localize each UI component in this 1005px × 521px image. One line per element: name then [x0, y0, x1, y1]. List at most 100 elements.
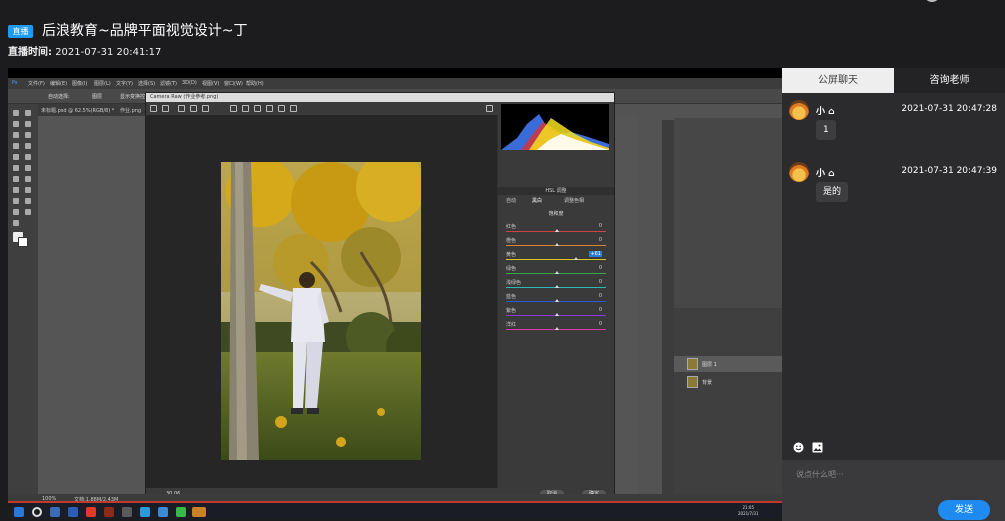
wps-icon [86, 507, 96, 517]
image-icon[interactable] [812, 442, 823, 453]
blur-tool-icon [25, 176, 31, 182]
camera-raw-side-panel: HSL 调整 自动 黑白 调整色相 饱和度 红色 0 橙色 0 黄色 +61 绿… [498, 102, 614, 500]
frame-tool-icon [25, 132, 31, 138]
live-time: 直播时间: 2021-07-31 20:41:17 [8, 43, 161, 58]
crop-tool-icon [13, 132, 19, 138]
layer-thumbnail [687, 358, 698, 370]
slider-magenta: 洋红 0 [506, 321, 606, 333]
slider-green: 绿色 0 [506, 265, 606, 277]
ps-menu-item: 窗口(W) [224, 81, 243, 87]
chat-input-placeholder[interactable]: 说点什么吧··· [796, 469, 844, 480]
slider-label: 蓝色 [506, 294, 517, 300]
hsl-tab-active: 黑白 [532, 198, 543, 204]
slider-label: 洋红 [506, 322, 517, 328]
shape-tool-icon [13, 209, 19, 215]
slider-track [506, 259, 606, 260]
slider-orange: 橙色 0 [506, 237, 606, 249]
gradient-tool-icon [13, 176, 19, 182]
zoom-icon [150, 105, 157, 112]
taskview-icon [68, 507, 78, 517]
slider-label: 黄色 [506, 252, 517, 258]
chat-input-area[interactable]: 说点什么吧··· 发送 [782, 460, 1005, 521]
avatar [789, 162, 809, 182]
heal-tool-icon [25, 143, 31, 149]
saturation-header: 饱和度 [548, 211, 564, 217]
target-adjust-icon [202, 105, 209, 112]
brush-icon [278, 105, 285, 112]
author-name: 小 [816, 107, 826, 117]
histogram [501, 104, 609, 150]
marquee-tool-icon [25, 110, 31, 116]
camera-raw-app-icon [192, 507, 206, 517]
message-bubble: 1 [816, 120, 836, 140]
chat-toolbar [782, 436, 1005, 458]
layer-row: 背景 [674, 374, 782, 390]
author-name: 小 [816, 169, 826, 179]
ps-doc-tab: 作业.png [120, 108, 142, 114]
user-avatar[interactable] [924, 0, 940, 2]
app-icon [122, 507, 132, 517]
home-icon: ⌂ [828, 169, 835, 179]
hand-icon [162, 105, 169, 112]
slider-value: 0 [598, 321, 602, 327]
header: 直播 后浪教育~品牌平面视觉设计~丁 直播时间: 2021-07-31 20:4… [0, 0, 1005, 66]
ps-menu-item: 滤镜(T) [160, 81, 177, 87]
hsl-tabs: 自动 黑白 调整色相 [498, 195, 614, 205]
ps-properties-panel [674, 118, 782, 308]
lasso-tool-icon [13, 121, 19, 127]
ai-app-icon [104, 507, 114, 517]
move-tool-icon [13, 110, 19, 116]
straighten-icon [242, 105, 249, 112]
rotate-icon [290, 105, 297, 112]
tab-public-chat[interactable]: 公屏聊天 [782, 68, 894, 93]
wand-tool-icon [25, 121, 31, 127]
eraser-tool-icon [25, 165, 31, 171]
layer-name: 背景 [702, 380, 713, 386]
ps-panel-strip [662, 120, 674, 500]
histogram-graph [501, 114, 609, 150]
photoshop-window: Ps 文件(F) 编辑(E) 图像(I) 图层(L) 文字(Y) 选择(S) 滤… [8, 78, 782, 511]
slider-value: 0 [598, 293, 602, 299]
ps-menu-item: 视图(V) [202, 81, 220, 87]
live-room: 直播 后浪教育~品牌平面视觉设计~丁 直播时间: 2021-07-31 20:4… [0, 0, 1005, 521]
camera-raw-dialog: Camera Raw (作业参考.png) HSL 调整 自动 黑白 调整色相 … [145, 92, 615, 501]
slider-red: 红色 0 [506, 223, 606, 235]
video-player[interactable]: Ps 文件(F) 编辑(E) 图像(I) 图层(L) 文字(Y) 选择(S) 滤… [8, 68, 782, 519]
ps-menubar: Ps 文件(F) 编辑(E) 图像(I) 图层(L) 文字(Y) 选择(S) 滤… [8, 78, 782, 89]
background-color-icon [18, 237, 28, 247]
crop-icon [230, 105, 237, 112]
pen-tool-icon [25, 187, 31, 193]
browser-icon [140, 507, 150, 517]
slider-label: 红色 [506, 224, 517, 230]
live-time-label: 直播时间: [8, 47, 52, 58]
slider-value: 0 [598, 307, 602, 313]
photo-preview [221, 162, 421, 460]
slider-blue: 蓝色 0 [506, 293, 606, 305]
live-time-value: 2021-07-31 20:41:17 [55, 47, 162, 58]
slider-thumb [555, 271, 559, 274]
emoji-icon[interactable] [793, 442, 804, 453]
send-button[interactable]: 发送 [938, 500, 990, 520]
image-viewer-icon [158, 507, 168, 517]
message-time: 2021-07-31 20:47:28 [901, 104, 997, 114]
slider-thumb [574, 257, 578, 260]
message-time: 2021-07-31 20:47:39 [901, 166, 997, 176]
spot-removal-icon [254, 105, 261, 112]
stamp-tool-icon [25, 154, 31, 160]
slider-purple: 紫色 0 [506, 307, 606, 319]
clock-date: 2021/7/31 [738, 511, 759, 516]
tab-consult-teacher[interactable]: 咨询老师 [894, 68, 1005, 93]
white-balance-icon [178, 105, 185, 112]
ps-layers-panel: 图层 1 背景 [674, 308, 782, 498]
color-sampler-icon [190, 105, 197, 112]
chat-message: 小 ⌂ 2021-07-31 20:47:39 是的 [789, 162, 999, 212]
slider-label: 绿色 [506, 266, 517, 272]
message-author: 小 ⌂ [816, 104, 835, 117]
ps-menu-item: 图像(I) [72, 81, 88, 87]
ps-menu-item: 选择(S) [138, 81, 156, 87]
eyedropper-tool-icon [13, 143, 19, 149]
ps-option: 图层 [92, 94, 103, 100]
zoom-tool-icon [13, 220, 19, 226]
slider-value: +61 [589, 251, 602, 257]
ps-menu-item: 文字(Y) [116, 81, 133, 87]
